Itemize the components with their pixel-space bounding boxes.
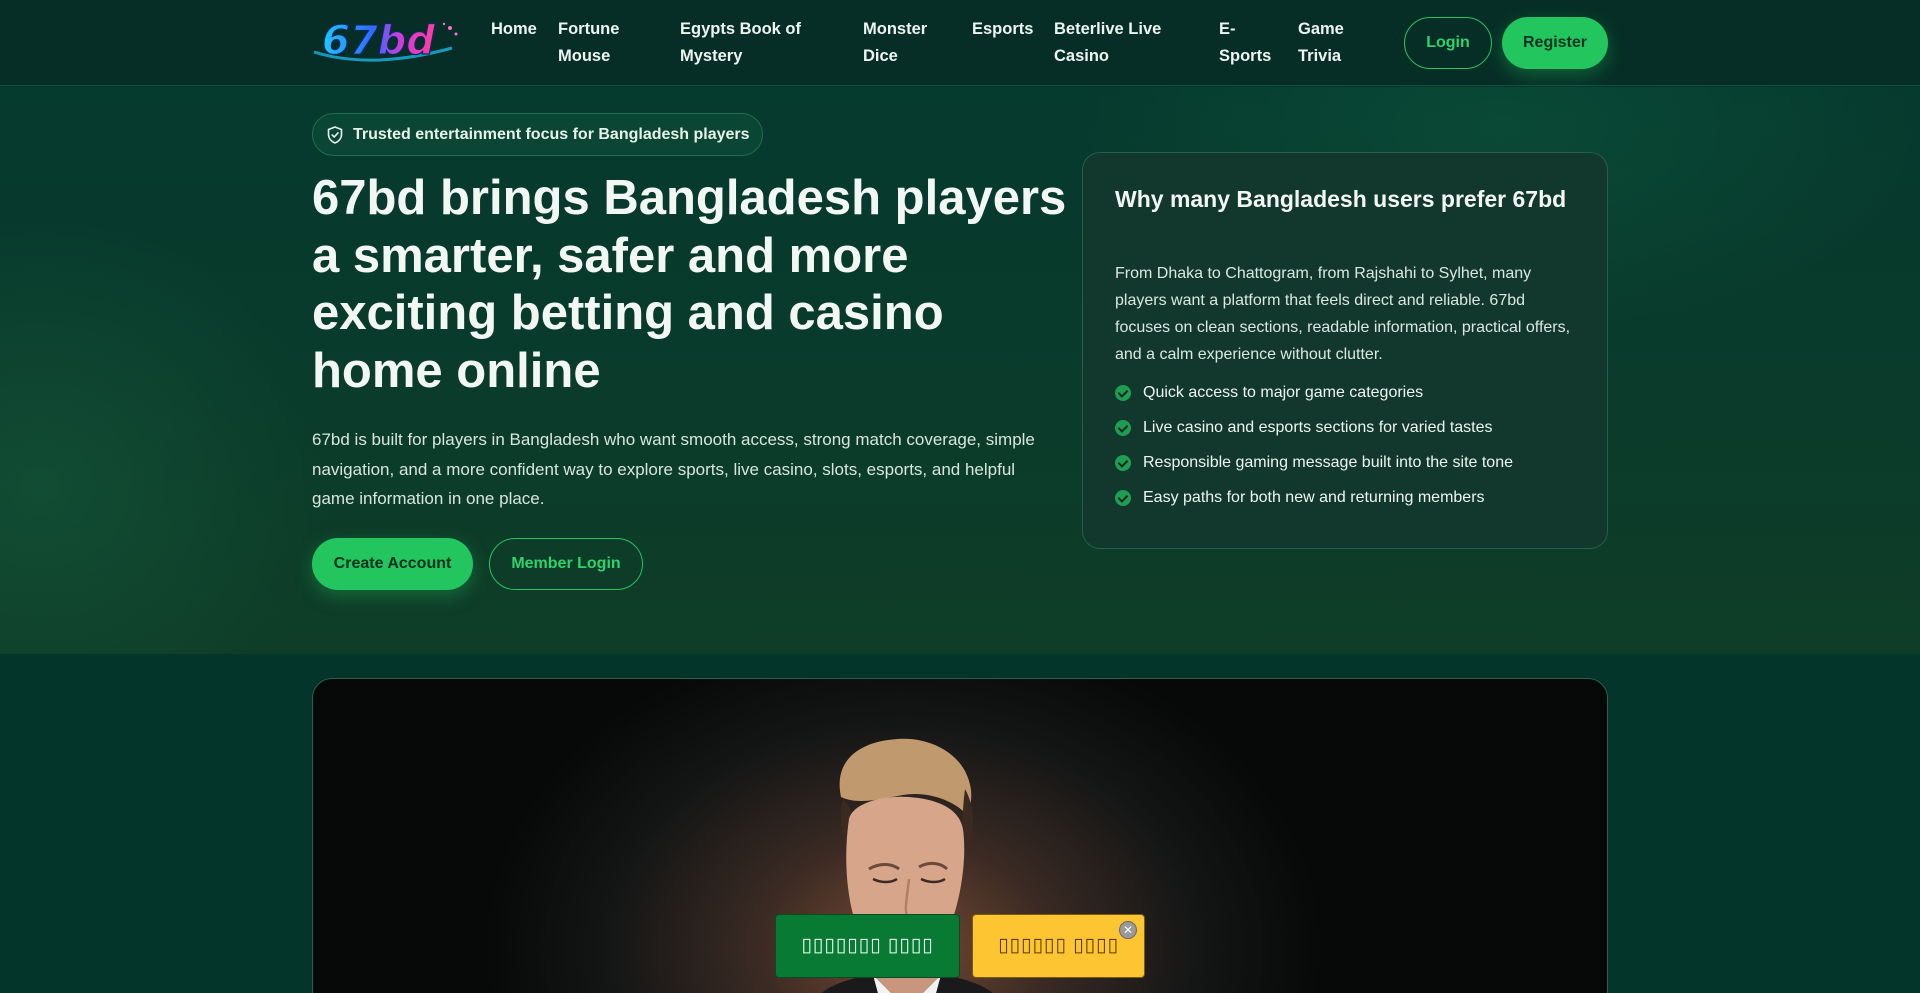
floating-yellow-button[interactable]: ▯▯▯▯▯▯ ▯▯▯▯ [972,914,1145,978]
list-item: Easy paths for both new and returning me… [1115,480,1513,515]
trust-badge-text: Trusted entertainment focus for Banglade… [353,125,750,143]
hero-description: 67bd is built for players in Bangladesh … [312,430,1035,508]
nav-item-monster-dice[interactable]: Monster Dice [863,16,953,70]
create-account-button[interactable]: Create Account [312,538,473,590]
trust-badge: Trusted entertainment focus for Banglade… [312,113,763,156]
check-circle-icon [1115,454,1131,471]
floating-green-button[interactable]: ▯▯▯▯▯▯▯ ▯▯▯▯ [775,914,960,978]
close-icon[interactable]: ✕ [1119,921,1137,939]
list-item: Live casino and esports sections for var… [1115,410,1513,445]
shield-check-icon [327,125,343,144]
list-item-label: Live casino and esports sections for var… [1143,418,1493,436]
login-button[interactable]: Login [1404,17,1492,69]
list-item: Quick access to major game categories [1115,375,1513,410]
list-item-label: Easy paths for both new and returning me… [1143,488,1485,506]
logo[interactable]: 67bd [312,17,464,66]
list-item-label: Quick access to major game categories [1143,383,1424,401]
nav-item-game-trivia[interactable]: Game Trivia [1298,16,1360,70]
register-button[interactable]: Register [1502,17,1608,69]
nav-item-fortune-mouse[interactable]: Fortune Mouse [558,16,650,70]
logo-graphic: 67bd [313,17,458,65]
dealer-illustration [821,738,994,993]
card-text: From Dhaka to Chattogram, from Rajshahi … [1115,265,1571,363]
nav-item-home[interactable]: Home [491,16,551,43]
check-circle-icon [1115,489,1131,506]
card-title: Why many Bangladesh users prefer 67bd [1115,186,1567,212]
nav-item-egypts-book-of-mystery[interactable]: Egypts Book of Mystery [680,16,830,70]
site-header: 67bd Home Fortune Mouse Egypts Book of M… [0,0,1920,86]
list-item-label: Responsible gaming message built into th… [1143,453,1513,471]
logo-text: 67bd [322,18,435,64]
live-dealer-image [312,678,1608,993]
hero-title: 67bd brings Bangladesh players a smarter… [312,171,1067,398]
list-item: Responsible gaming message built into th… [1115,445,1513,480]
nav-item-beterlive-live-casino[interactable]: Beterlive Live Casino [1054,16,1194,70]
check-circle-icon [1115,419,1131,436]
nav-item-e-sports[interactable]: E-Sports [1219,16,1277,70]
check-circle-icon [1115,384,1131,401]
member-login-button[interactable]: Member Login [489,538,643,590]
feature-list: Quick access to major game categories Li… [1115,375,1513,515]
nav-item-esports[interactable]: Esports [972,16,1047,43]
why-prefer-card: Why many Bangladesh users prefer 67bd Fr… [1082,152,1608,549]
